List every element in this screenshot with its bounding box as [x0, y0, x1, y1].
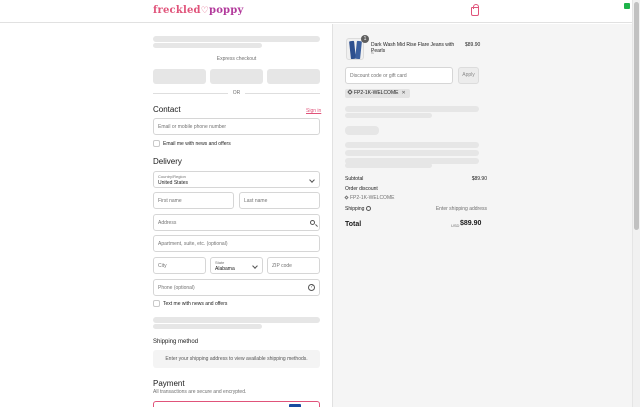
- search-icon: [310, 220, 315, 225]
- applied-discount-tag: FP2-1K-WELCOME ✕: [345, 89, 410, 98]
- email-placeholder: Email or mobile phone number: [158, 124, 227, 130]
- order-discount-code: FP2-1K-WELCOME: [350, 195, 395, 201]
- contact-heading: Contact: [153, 105, 181, 114]
- phone-field[interactable]: Phone (optional) ?: [153, 279, 320, 296]
- shipping-method-heading: Shipping method: [153, 339, 199, 345]
- city-field[interactable]: City: [153, 257, 206, 274]
- total-value: $89.90: [460, 220, 482, 227]
- phone-placeholder: Phone (optional): [158, 285, 195, 291]
- order-discount-code-row: FP2-1K-WELCOME: [344, 195, 395, 201]
- loading-placeholder-bar: [345, 113, 432, 118]
- apartment-field[interactable]: Apartment, suite, etc. (optional): [153, 235, 320, 252]
- express-pay-button[interactable]: [267, 69, 320, 84]
- zip-placeholder: ZIP code: [272, 263, 292, 269]
- last-name-placeholder: Last name: [244, 198, 268, 204]
- chevron-down-icon: [252, 263, 258, 269]
- delivery-heading: Delivery: [153, 157, 182, 166]
- loading-placeholder-bar: [345, 150, 479, 156]
- last-name-field[interactable]: Last name: [239, 192, 320, 209]
- loading-placeholder-bar: [153, 43, 262, 48]
- heart-icon: ♡: [200, 6, 209, 16]
- loading-placeholder-bar: [153, 36, 320, 42]
- state-select[interactable]: State Alabama: [210, 257, 263, 274]
- store-logo[interactable]: freckled♡poppy: [153, 5, 243, 16]
- site-header: freckled♡poppy: [0, 0, 632, 23]
- newsletter-checkbox[interactable]: [153, 140, 160, 147]
- quantity-badge: 1: [361, 35, 369, 43]
- or-divider: OR: [153, 90, 320, 96]
- loading-placeholder-bar: [345, 106, 479, 112]
- sms-checkbox[interactable]: [153, 300, 160, 307]
- address-field[interactable]: Address: [153, 214, 320, 231]
- first-name-placeholder: First name: [158, 198, 182, 204]
- order-discount-label: Order discount: [345, 186, 378, 192]
- zip-field[interactable]: ZIP code: [267, 257, 320, 274]
- shipping-label: Shipping: [345, 206, 365, 212]
- info-icon[interactable]: [366, 206, 372, 211]
- express-checkout-label: Express checkout: [216, 56, 257, 62]
- chevron-down-icon: [309, 177, 315, 183]
- scrollbar-thumb[interactable]: [634, 2, 639, 230]
- loading-placeholder-bar: [153, 317, 320, 323]
- shipping-method-notice: Enter your shipping address to view avai…: [153, 350, 320, 368]
- help-icon[interactable]: ?: [308, 284, 315, 291]
- logo-text-poppy: poppy: [209, 5, 244, 16]
- payment-subtitle: All transactions are secure and encrypte…: [153, 389, 247, 395]
- jeans-image-part: [355, 40, 362, 59]
- discount-code-input[interactable]: Discount code or gift card: [345, 67, 453, 84]
- subtotal-value: $89.90: [471, 176, 487, 182]
- country-select[interactable]: Country/Region United States: [153, 171, 320, 188]
- loading-placeholder-bar: [345, 126, 379, 135]
- product-variant: S: [371, 50, 374, 55]
- total-currency: USD: [451, 223, 460, 228]
- apartment-placeholder: Apartment, suite, etc. (optional): [158, 241, 228, 247]
- applied-code: FP2-1K-WELCOME: [354, 90, 399, 96]
- divider-line: [245, 93, 320, 94]
- country-label: Country/Region: [158, 174, 186, 179]
- shipping-value: Enter shipping address: [435, 206, 487, 212]
- product-name: Dark Wash Mid Rise Flare Jeans with Pear…: [371, 42, 455, 54]
- extension-icon[interactable]: [624, 3, 630, 9]
- loading-placeholder-bar: [153, 324, 262, 329]
- logo-text-freckled: freckled: [153, 5, 201, 16]
- sign-in-link[interactable]: Sign in: [306, 108, 321, 114]
- state-label: State: [215, 260, 225, 265]
- state-value: Alabama: [215, 266, 235, 272]
- shipping-label-row: Shipping: [345, 206, 372, 212]
- payment-heading: Payment: [153, 379, 185, 388]
- tag-icon: [344, 195, 349, 200]
- page-scrollbar[interactable]: [632, 0, 640, 407]
- sms-label: Text me with news and offers: [163, 301, 228, 307]
- express-pay-button[interactable]: [210, 69, 263, 84]
- shopping-bag-icon[interactable]: [471, 4, 479, 16]
- remove-discount-icon[interactable]: ✕: [401, 90, 405, 96]
- country-value: United States: [158, 180, 189, 186]
- express-pay-button[interactable]: [153, 69, 206, 84]
- address-placeholder: Address: [158, 220, 177, 226]
- newsletter-label: Email me with news and offers: [163, 141, 231, 147]
- discount-placeholder: Discount code or gift card: [350, 73, 407, 79]
- subtotal-label: Subtotal: [345, 176, 364, 182]
- total-label: Total: [345, 221, 362, 228]
- first-name-field[interactable]: First name: [153, 192, 234, 209]
- apply-discount-button[interactable]: Apply: [458, 67, 479, 84]
- payment-option-card[interactable]: [153, 401, 320, 407]
- city-placeholder: City: [158, 263, 167, 269]
- tag-icon: [347, 89, 353, 95]
- loading-placeholder-bar: [345, 163, 432, 168]
- email-field[interactable]: Email or mobile phone number: [153, 118, 320, 135]
- loading-placeholder-bar: [345, 142, 479, 148]
- product-price: $89.90: [465, 42, 481, 48]
